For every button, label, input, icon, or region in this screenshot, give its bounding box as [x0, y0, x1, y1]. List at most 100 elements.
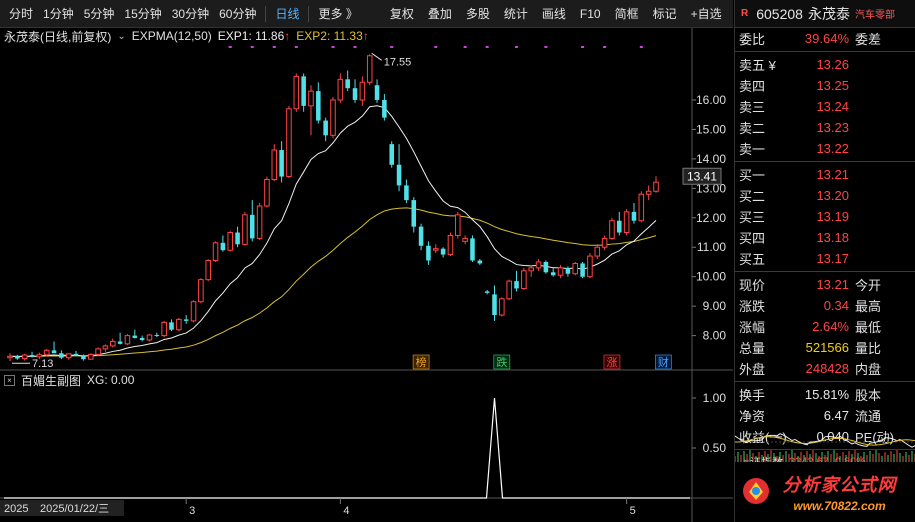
- candle: [426, 241, 431, 265]
- legend-exp2: EXP2: 11.33: [296, 29, 363, 43]
- candle: [124, 334, 131, 346]
- candle: [316, 82, 321, 124]
- candle-body: [447, 234, 454, 256]
- kline-chart-area[interactable]: 永茂泰 (日线,前复权) ⌄ EXPMA(12,50) EXP1: 11.86 …: [0, 28, 733, 522]
- toolbar-action-8[interactable]: +自选: [684, 0, 729, 28]
- candle: [337, 73, 344, 103]
- candle: [190, 300, 197, 323]
- candle: [535, 259, 542, 271]
- candle-body: [176, 318, 182, 331]
- toolbar-action-2[interactable]: 多股: [459, 0, 497, 28]
- signal-tick: [639, 46, 643, 48]
- candle: [212, 241, 219, 262]
- candle-body: [183, 319, 189, 321]
- legend-mode: (日线,前复权): [40, 29, 112, 44]
- candle: [29, 351, 35, 358]
- signal-tick: [603, 46, 607, 48]
- buy-level-3-label: 买三: [739, 210, 766, 225]
- candle-body: [87, 353, 94, 360]
- candle-body: [477, 260, 483, 264]
- legend-exp1-arrow-icon: ↑: [284, 29, 291, 43]
- sell-level-5-value: 13.26: [816, 57, 849, 72]
- candle: [462, 235, 468, 245]
- candle: [565, 266, 571, 277]
- candle-body: [617, 220, 622, 233]
- sector-tag[interactable]: 汽车零部: [855, 6, 895, 21]
- candle: [183, 314, 189, 324]
- sell-level-5-row: 卖五 ¥ 13.26: [735, 54, 915, 75]
- period-tab-4[interactable]: 30分钟: [167, 0, 214, 28]
- candle: [653, 176, 659, 193]
- candle: [492, 285, 497, 321]
- candle: [572, 261, 579, 276]
- sub-chart-toggle-icon[interactable]: ×: [4, 374, 15, 386]
- buy-book: 买一 13.21 买二 13.20 买三 13.19 买四 13.18 买五 13.17: [735, 164, 915, 269]
- legend-indicator[interactable]: EXPMA(12,50): [132, 29, 212, 43]
- candle-body: [21, 354, 28, 360]
- period-tab-3[interactable]: 15分钟: [119, 0, 166, 28]
- candle-body: [73, 353, 79, 356]
- period-tab-0[interactable]: 分时: [4, 0, 38, 28]
- sub-chart-title[interactable]: 百媚生副图: [21, 372, 81, 389]
- legend-dropdown-icon[interactable]: ⌄: [117, 31, 125, 42]
- candle: [550, 267, 556, 277]
- candle: [418, 223, 424, 251]
- candle: [374, 79, 380, 103]
- candle: [65, 353, 72, 360]
- y-tick-label: 9.00: [703, 299, 727, 313]
- candle-body: [161, 321, 167, 337]
- candle: [352, 79, 358, 103]
- period-tabs: 分时 1分钟 5分钟 15分钟 30分钟 60分钟 日线 更多 》: [4, 0, 363, 28]
- current-price-label: 13.41: [687, 169, 717, 183]
- sell-level-1-row: 卖一 13.22: [735, 138, 915, 159]
- candle: [154, 332, 160, 338]
- sub-chart-value: XG: 0.00: [87, 373, 135, 387]
- toolbar-action-5[interactable]: F10: [573, 0, 608, 28]
- xg-signal-line: [4, 397, 690, 499]
- candle: [345, 70, 350, 92]
- toolbar-action-3[interactable]: 统计: [497, 0, 535, 28]
- toolbar-action-7[interactable]: 标记: [646, 0, 684, 28]
- legend-exp1: EXP1: 11.86: [217, 29, 285, 43]
- buy-level-2-row: 买二 13.20: [735, 185, 915, 206]
- y-tick-label: 15.00: [696, 122, 726, 136]
- stat-0-row: 现价 13.21 今开: [735, 274, 915, 295]
- candle-body: [29, 355, 35, 357]
- period-tab-7[interactable]: 更多 》: [313, 0, 362, 28]
- candle-body: [220, 242, 226, 251]
- candle-body: [235, 232, 240, 245]
- toolbar-action-4[interactable]: 画线: [535, 0, 573, 28]
- candle-body: [359, 81, 366, 101]
- sell-level-4-row: 卖四 13.25: [735, 75, 915, 96]
- period-tab-5[interactable]: 60分钟: [214, 0, 261, 28]
- sell-level-2-row: 卖二 13.23: [735, 117, 915, 138]
- exp1-line: [9, 105, 657, 358]
- y-tick-label: 8.00: [703, 329, 727, 343]
- period-tab-2[interactable]: 5分钟: [79, 0, 120, 28]
- signal-tick: [294, 46, 298, 48]
- stat-3-row: 总量 521566 量比: [735, 337, 915, 358]
- signal-tick: [228, 46, 232, 48]
- candle-body: [623, 211, 630, 234]
- toolbar-action-1[interactable]: 叠加: [421, 0, 459, 28]
- candle: [279, 141, 284, 183]
- candle-body: [455, 214, 461, 236]
- period-tab-1[interactable]: 1分钟: [38, 0, 79, 28]
- toolbar-action-0[interactable]: 复权: [383, 0, 421, 28]
- buy-level-3-row: 买三 13.19: [735, 206, 915, 227]
- kline-svg: 1.000.50 8.009.0010.0011.0012.0013.0014.…: [0, 28, 733, 522]
- toolbar-action-6[interactable]: 简框: [608, 0, 646, 28]
- candle-body: [81, 355, 86, 360]
- stock-name: 永茂泰: [807, 5, 850, 22]
- period-tab-6[interactable]: 日线: [270, 0, 304, 28]
- sell-level-2-label: 卖二: [739, 121, 766, 136]
- candle-body: [279, 150, 284, 177]
- candle-body: [492, 294, 497, 315]
- buy-level-2-label: 买二: [739, 189, 766, 204]
- event-marker-label: 跌: [496, 355, 507, 369]
- candle-body: [139, 337, 145, 341]
- candle: [528, 264, 534, 277]
- candle-body: [587, 255, 593, 278]
- stat-4-row: 外盘 248428 内盘: [735, 358, 915, 379]
- candle-body: [124, 335, 131, 345]
